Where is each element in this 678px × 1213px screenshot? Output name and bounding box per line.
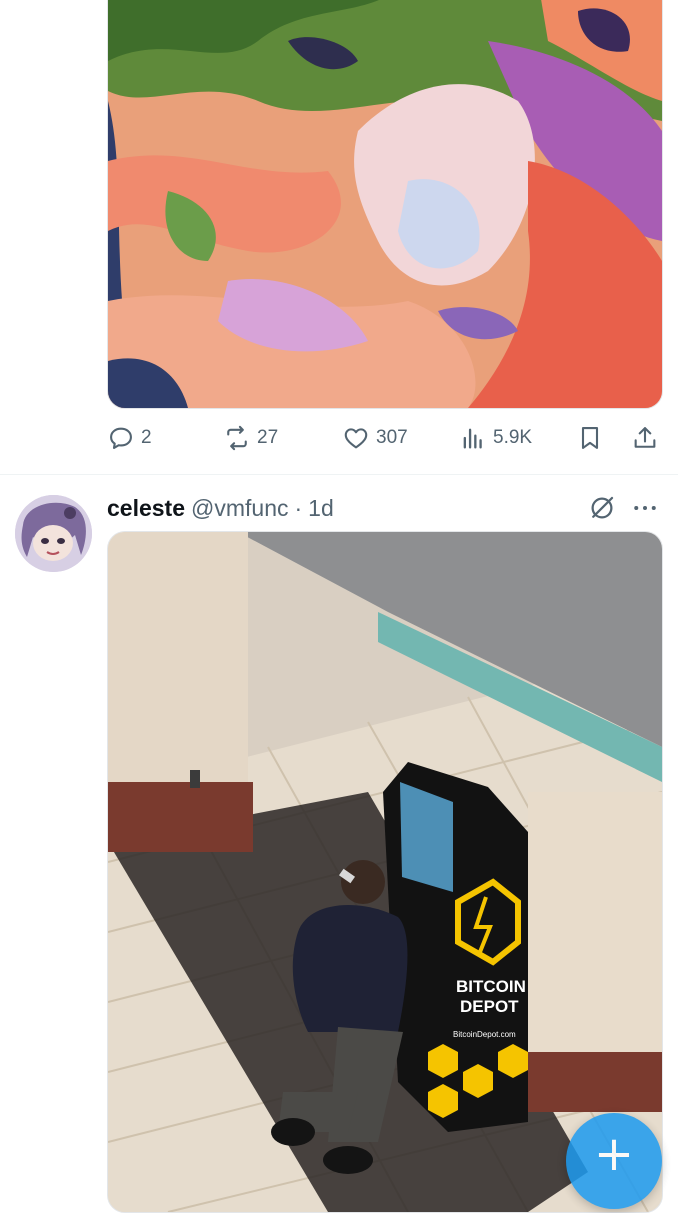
views-icon [463, 428, 482, 449]
repost-count: 27 [257, 427, 279, 448]
atm-url: BitcoinDepot.com [453, 1030, 516, 1039]
atm-photo-image: BITCOIN DEPOT BitcoinDepot.com [108, 532, 662, 1212]
display-name[interactable]: celeste [107, 495, 185, 522]
more-options-button[interactable] [630, 493, 660, 523]
grok-button[interactable] [587, 493, 617, 523]
reply-icon [110, 427, 132, 449]
atm-brand-line1: BITCOIN [456, 977, 526, 996]
painting-image [108, 0, 662, 408]
compose-fab-button[interactable]: + [566, 1113, 662, 1209]
tweet-media-photo[interactable]: BITCOIN DEPOT BitcoinDepot.com [107, 531, 663, 1213]
views-count: 5.9K [493, 427, 533, 448]
tweet-actions: 2 27 307 5.9K [107, 418, 661, 458]
like-count: 307 [376, 427, 408, 448]
repost-button[interactable]: 27 [223, 418, 278, 458]
tweet-header: celeste @vmfunc · 1d [107, 493, 334, 523]
tweet-time[interactable]: 1d [308, 495, 334, 522]
like-button[interactable]: 307 [342, 418, 408, 458]
user-handle[interactable]: @vmfunc [191, 495, 288, 522]
plus-icon: + [593, 1126, 635, 1182]
reply-count: 2 [141, 427, 152, 448]
grok-icon [591, 496, 614, 519]
avatar-image [15, 495, 92, 572]
separator-dot: · [294, 494, 303, 521]
tweet-previous[interactable]: 2 27 307 5.9K [0, 0, 678, 474]
share-icon [634, 427, 656, 448]
views-button[interactable]: 5.9K [459, 418, 532, 458]
repost-icon [227, 425, 247, 451]
bookmark-icon [581, 427, 599, 449]
more-icon [634, 506, 656, 510]
tweet-media-painting[interactable] [107, 0, 663, 409]
share-button[interactable] [631, 418, 659, 458]
atm-brand-line2: DEPOT [460, 997, 519, 1016]
tweet-celeste[interactable]: celeste @vmfunc · 1d BITCOIN DEPOT Bitco… [0, 475, 678, 1213]
avatar[interactable] [15, 495, 92, 572]
reply-button[interactable]: 2 [107, 418, 152, 458]
heart-icon [344, 428, 368, 449]
bookmark-button[interactable] [576, 418, 604, 458]
